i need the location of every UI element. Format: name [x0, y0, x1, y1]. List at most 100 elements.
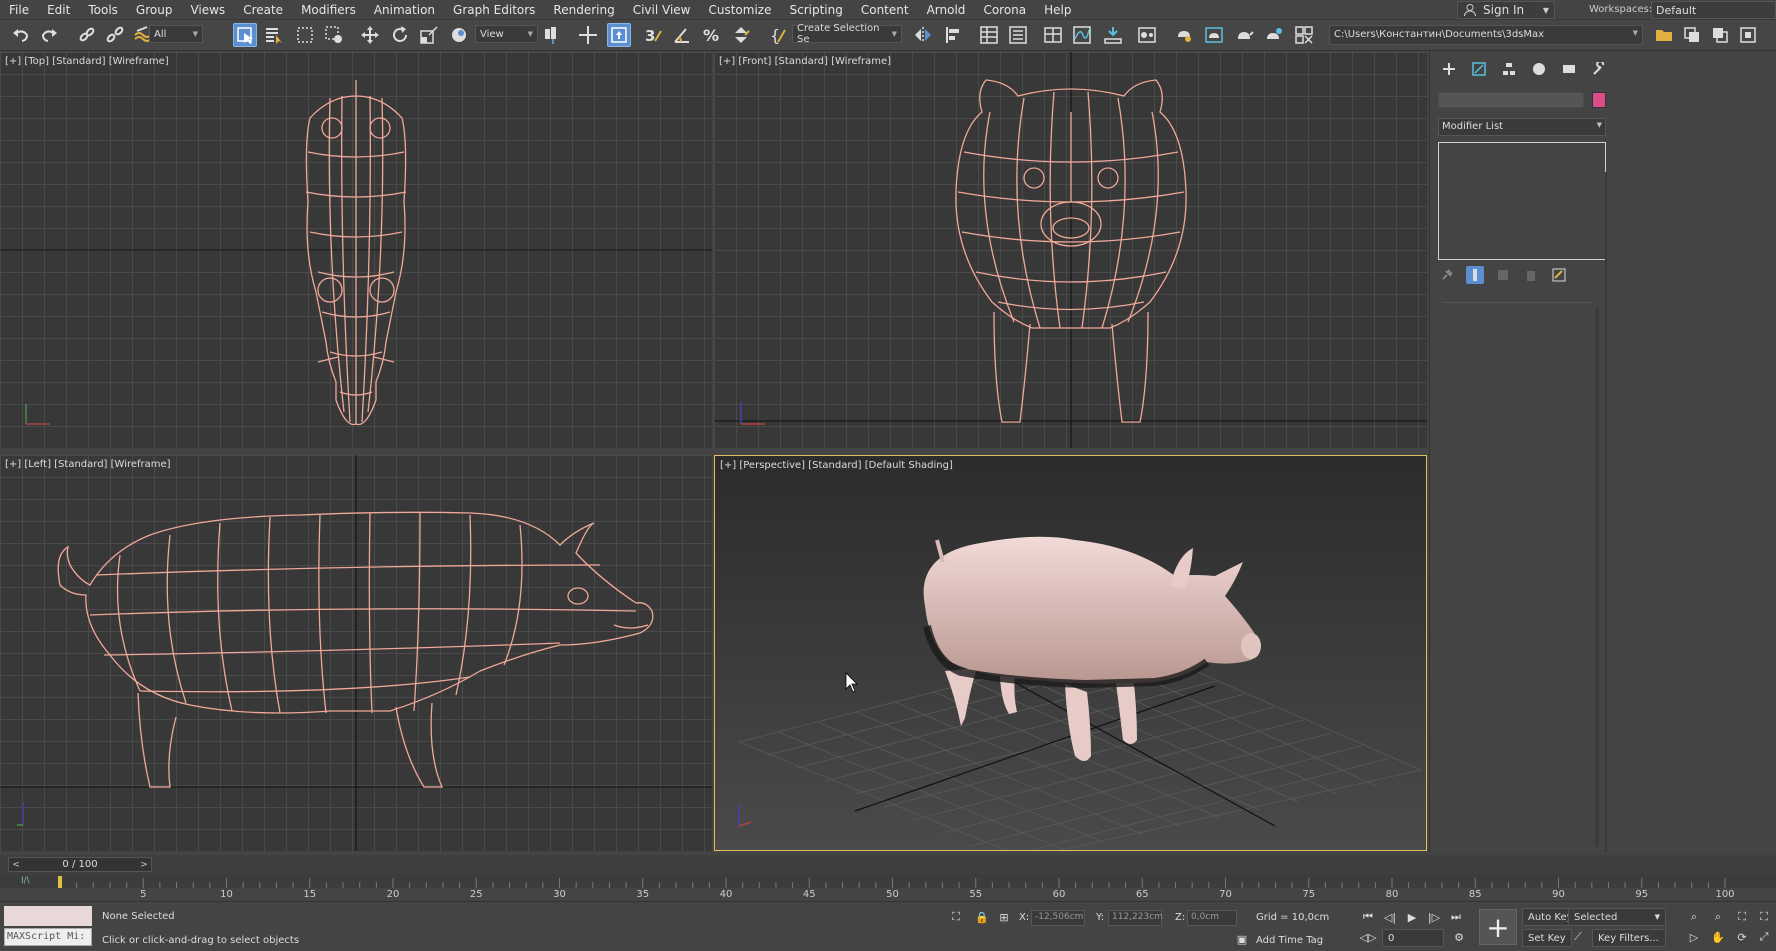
undo-button[interactable]: [9, 23, 33, 47]
show-end-result-button[interactable]: [1466, 266, 1484, 284]
workspace-tool-button-1[interactable]: [1680, 23, 1704, 47]
menu-arnold[interactable]: Arnold: [918, 0, 975, 20]
menu-edit[interactable]: Edit: [38, 0, 79, 20]
selection-filter-select[interactable]: All ▼: [149, 25, 203, 43]
place-button[interactable]: [447, 23, 471, 47]
menu-create[interactable]: Create: [234, 0, 292, 20]
viewport-front[interactable]: [+] [Front] [Standard] [Wireframe]: [714, 52, 1427, 448]
percent-snap-button[interactable]: %: [700, 23, 724, 47]
project-folder-button[interactable]: [1652, 23, 1676, 47]
y-coordinate-field[interactable]: 112,223cm: [1108, 910, 1163, 926]
toggle-scene-explorer-button[interactable]: [1041, 23, 1065, 47]
modify-tab[interactable]: [1468, 60, 1490, 78]
maximize-viewport-button[interactable]: ⤢: [1754, 928, 1774, 946]
workspace-tool-button-3[interactable]: [1736, 23, 1760, 47]
z-coordinate-field[interactable]: 0,0cm: [1187, 910, 1237, 926]
menu-modifiers[interactable]: Modifiers: [292, 0, 365, 20]
menu-scripting[interactable]: Scripting: [780, 0, 851, 20]
object-name-field[interactable]: [1438, 92, 1584, 108]
motion-tab[interactable]: [1528, 60, 1550, 78]
zoom-extents-all-button[interactable]: ⛶: [1754, 908, 1774, 926]
pan-view-button[interactable]: ✋: [1708, 928, 1728, 946]
unlink-selection-button[interactable]: [103, 23, 127, 47]
x-coordinate-field[interactable]: -12,506cm: [1031, 910, 1085, 926]
previous-frame-button[interactable]: ◁|: [1380, 908, 1400, 926]
remove-modifier-button[interactable]: [1522, 266, 1540, 284]
create-tab[interactable]: [1438, 60, 1460, 78]
set-keys-button[interactable]: +: [1479, 909, 1517, 945]
menu-animation[interactable]: Animation: [365, 0, 444, 20]
modifier-list-select[interactable]: Modifier List ▼: [1438, 118, 1606, 136]
chevron-right-icon[interactable]: >: [137, 860, 151, 870]
render-setup-button[interactable]: [1172, 23, 1196, 47]
spinner-snap-button[interactable]: [729, 23, 753, 47]
select-manipulate-button[interactable]: [576, 23, 600, 47]
rotate-button[interactable]: [388, 23, 412, 47]
edit-named-selection-button[interactable]: {: [766, 23, 790, 47]
absolute-transform-button[interactable]: ⊞: [994, 908, 1014, 926]
workspace-select[interactable]: Default: [1651, 1, 1776, 19]
move-button[interactable]: [358, 23, 382, 47]
menu-customize[interactable]: Customize: [699, 0, 780, 20]
rendered-frame-window-button[interactable]: [1202, 23, 1226, 47]
mirror-button[interactable]: [911, 23, 935, 47]
zoom-button[interactable]: ⌕: [1684, 908, 1704, 926]
isolate-selection-button[interactable]: ⛶: [946, 908, 966, 926]
scale-button[interactable]: [417, 23, 441, 47]
set-key-button[interactable]: Set Key: [1522, 929, 1572, 947]
redo-button[interactable]: [37, 23, 61, 47]
field-of-view-button[interactable]: ▷: [1684, 928, 1704, 946]
select-and-link-button[interactable]: [75, 23, 99, 47]
curve-editor-button[interactable]: [1070, 23, 1094, 47]
workspace-tool-button-2[interactable]: [1708, 23, 1732, 47]
add-time-tag-label[interactable]: Add Time Tag: [1256, 935, 1323, 946]
current-frame-field[interactable]: 0: [1382, 929, 1444, 947]
render-production-button[interactable]: [1232, 23, 1256, 47]
play-button[interactable]: ▶: [1402, 908, 1422, 926]
scene-explorer-button[interactable]: [977, 23, 1001, 47]
time-configuration-button[interactable]: ⚙: [1449, 928, 1469, 946]
selection-lock-button[interactable]: 🔒: [972, 908, 992, 926]
track-bar[interactable]: I/\ 5 10 15 20 25 30 35 40 45 50 55 60 65 70 75 80 85 90 9…: [0, 874, 1776, 901]
display-tab[interactable]: [1558, 60, 1580, 78]
a360-gallery-button[interactable]: [1292, 23, 1316, 47]
viewport-front-label[interactable]: [+] [Front] [Standard] [Wireframe]: [719, 56, 891, 67]
viewport-perspective-label[interactable]: [+] [Perspective] [Standard] [Default Sh…: [720, 460, 953, 471]
maxscript-listener-mini[interactable]: [4, 906, 92, 926]
menu-tools[interactable]: Tools: [79, 0, 127, 20]
render-in-cloud-button[interactable]: [1262, 23, 1286, 47]
menu-content[interactable]: Content: [852, 0, 918, 20]
layer-explorer-button[interactable]: [1006, 23, 1030, 47]
menu-file[interactable]: File: [0, 0, 38, 20]
command-panel-scrollbar[interactable]: [1595, 307, 1599, 847]
object-color-swatch[interactable]: [1592, 92, 1606, 108]
named-selection-set-select[interactable]: Create Selection Se ▼: [792, 23, 902, 45]
menu-views[interactable]: Views: [181, 0, 234, 20]
time-slider[interactable]: < 0 / 100 >: [8, 857, 152, 872]
modifier-stack[interactable]: [1438, 142, 1606, 260]
menu-rendering[interactable]: Rendering: [544, 0, 623, 20]
select-by-name-button[interactable]: [262, 23, 286, 47]
reference-coordinate-select[interactable]: View ▼: [475, 25, 538, 43]
key-mode-select[interactable]: Selected ▼: [1568, 908, 1666, 926]
go-to-start-button[interactable]: ⏮: [1358, 908, 1378, 926]
pivot-center-button[interactable]: [541, 23, 565, 47]
viewport-left-label[interactable]: [+] [Left] [Standard] [Wireframe]: [5, 459, 171, 470]
go-to-end-button[interactable]: ⏭: [1446, 908, 1466, 926]
orbit-button[interactable]: ⟳: [1732, 928, 1752, 946]
maxscript-input[interactable]: MAXScript Mi:: [4, 928, 92, 946]
snaps-toggle-button[interactable]: 3: [641, 23, 665, 47]
zoom-all-button[interactable]: ⌕: [1708, 908, 1728, 926]
align-button[interactable]: [942, 23, 966, 47]
chevron-left-icon[interactable]: <: [9, 860, 23, 870]
pin-stack-button[interactable]: [1438, 266, 1456, 284]
rectangular-selection-button[interactable]: [293, 23, 317, 47]
key-mode-toggle-button[interactable]: ◁▷: [1358, 928, 1378, 946]
utilities-tab[interactable]: [1588, 60, 1610, 78]
window-crossing-button[interactable]: [322, 23, 346, 47]
menu-group[interactable]: Group: [127, 0, 182, 20]
configure-modifier-sets-button[interactable]: [1550, 266, 1568, 284]
menu-corona[interactable]: Corona: [974, 0, 1035, 20]
default-in-out-tangents-button[interactable]: ⟋: [1568, 928, 1588, 946]
key-filters-button[interactable]: Key Filters...: [1592, 929, 1666, 947]
